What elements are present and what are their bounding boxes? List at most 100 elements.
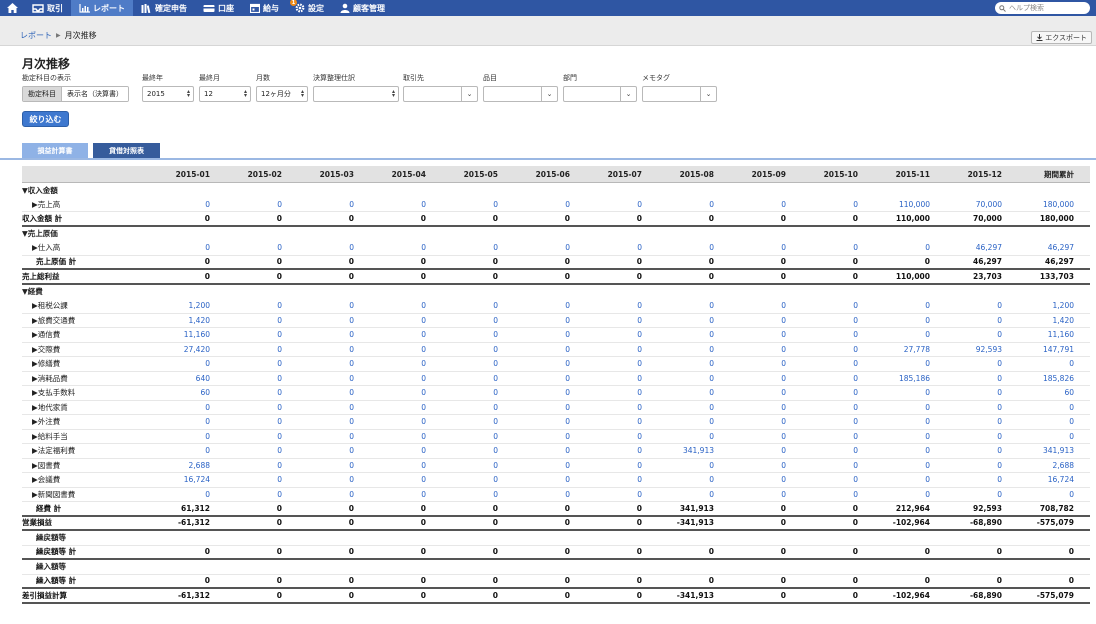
table-cell[interactable]: 0	[790, 328, 862, 342]
table-cell[interactable]: 0	[142, 430, 214, 444]
table-cell[interactable]: 0	[790, 459, 862, 473]
table-cell[interactable]: 0	[286, 401, 358, 415]
table-cell[interactable]: 0	[286, 343, 358, 357]
department-combo[interactable]: ⌄	[563, 86, 637, 102]
chevron-down-icon[interactable]: ⌄	[461, 87, 477, 101]
end-month-select[interactable]: 12 ▴ ▾	[199, 86, 251, 102]
table-cell[interactable]: 0	[718, 488, 790, 502]
table-cell[interactable]: 0	[502, 328, 574, 342]
table-cell[interactable]: 0	[862, 430, 934, 444]
table-cell[interactable]: 0	[862, 415, 934, 429]
item-combo[interactable]: ⌄	[483, 86, 558, 102]
table-cell[interactable]: 0	[430, 314, 502, 328]
table-cell[interactable]: 0	[214, 401, 286, 415]
table-cell[interactable]: 0	[142, 198, 214, 212]
table-cell[interactable]: 0	[790, 401, 862, 415]
table-cell[interactable]: 46,297	[934, 241, 1006, 255]
table-cell[interactable]: 0	[1006, 401, 1078, 415]
table-cell[interactable]: 0	[214, 198, 286, 212]
table-cell[interactable]: 0	[214, 444, 286, 458]
table-cell[interactable]: 0	[574, 328, 646, 342]
table-cell[interactable]: 46,297	[1006, 241, 1078, 255]
table-cell[interactable]: 0	[934, 415, 1006, 429]
table-cell[interactable]: 0	[502, 488, 574, 502]
table-cell[interactable]: 0	[574, 430, 646, 444]
table-cell[interactable]: 0	[358, 241, 430, 255]
table-cell[interactable]: 0	[790, 299, 862, 313]
months-select[interactable]: 12ヶ月分 ▴ ▾	[256, 86, 308, 102]
table-cell[interactable]: 147,791	[1006, 343, 1078, 357]
table-cell[interactable]: 1,200	[1006, 299, 1078, 313]
table-row[interactable]: ▶会議費 16,724 0 0 0 0 0 0 0 0 0 0 0 16,724	[22, 473, 1090, 488]
table-cell[interactable]: 2,688	[1006, 459, 1078, 473]
table-cell[interactable]: 70,000	[934, 198, 1006, 212]
table-row[interactable]: ▶図書費 2,688 0 0 0 0 0 0 0 0 0 0 0 2,688	[22, 459, 1090, 473]
table-cell[interactable]: 0	[286, 459, 358, 473]
table-cell[interactable]: 0	[574, 241, 646, 255]
table-cell[interactable]: 0	[862, 357, 934, 371]
table-cell[interactable]: 0	[142, 241, 214, 255]
table-cell[interactable]: 0	[934, 488, 1006, 502]
table-cell[interactable]: 0	[142, 357, 214, 371]
nav-item-tax-return[interactable]: 確定申告	[133, 0, 195, 16]
table-cell[interactable]: 0	[574, 299, 646, 313]
table-cell[interactable]: 0	[574, 415, 646, 429]
table-cell[interactable]: 0	[358, 314, 430, 328]
table-cell[interactable]: 27,778	[862, 343, 934, 357]
table-cell[interactable]: 0	[214, 430, 286, 444]
table-cell[interactable]: 0	[214, 241, 286, 255]
table-cell[interactable]: 0	[502, 415, 574, 429]
table-cell[interactable]: 0	[574, 444, 646, 458]
table-cell[interactable]: 0	[430, 198, 502, 212]
table-cell[interactable]: 0	[358, 299, 430, 313]
table-cell[interactable]: 0	[502, 386, 574, 400]
table-row[interactable]: ▶修繕費 0 0 0 0 0 0 0 0 0 0 0 0 0	[22, 357, 1090, 372]
table-cell[interactable]: 0	[862, 473, 934, 487]
table-cell[interactable]: 0	[718, 357, 790, 371]
table-cell[interactable]: 0	[718, 401, 790, 415]
table-cell[interactable]: 0	[718, 241, 790, 255]
table-cell[interactable]: 0	[1006, 415, 1078, 429]
table-cell[interactable]: 0	[790, 386, 862, 400]
home-button[interactable]	[0, 0, 24, 16]
table-cell[interactable]: 0	[718, 299, 790, 313]
table-cell[interactable]: 0	[358, 444, 430, 458]
table-cell[interactable]: 0	[790, 343, 862, 357]
table-cell[interactable]: 0	[934, 299, 1006, 313]
table-cell[interactable]: 0	[142, 401, 214, 415]
table-cell[interactable]: 0	[574, 401, 646, 415]
table-cell[interactable]: 0	[430, 343, 502, 357]
help-search-input[interactable]: ヘルプ検索	[995, 2, 1090, 14]
table-cell[interactable]: 0	[862, 314, 934, 328]
table-cell[interactable]: 0	[574, 459, 646, 473]
table-cell[interactable]: 0	[214, 473, 286, 487]
table-cell[interactable]: 0	[934, 314, 1006, 328]
table-cell[interactable]: 0	[790, 444, 862, 458]
table-cell[interactable]: 0	[430, 357, 502, 371]
table-cell[interactable]: 0	[934, 459, 1006, 473]
table-row[interactable]: ▶支払手数料 60 0 0 0 0 0 0 0 0 0 0 0 60	[22, 386, 1090, 401]
table-cell[interactable]: 0	[430, 459, 502, 473]
table-cell[interactable]: 0	[646, 473, 718, 487]
table-cell[interactable]: 0	[142, 488, 214, 502]
table-cell[interactable]: 0	[574, 372, 646, 386]
table-cell[interactable]: 0	[358, 488, 430, 502]
table-cell[interactable]: 0	[574, 343, 646, 357]
table-cell[interactable]: 27,420	[142, 343, 214, 357]
table-cell[interactable]: 0	[286, 488, 358, 502]
table-cell[interactable]: 0	[646, 488, 718, 502]
table-cell[interactable]: 0	[934, 328, 1006, 342]
table-cell[interactable]: 341,913	[1006, 444, 1078, 458]
table-cell[interactable]: 0	[646, 357, 718, 371]
table-cell[interactable]: 0	[214, 357, 286, 371]
table-cell[interactable]: 0	[718, 328, 790, 342]
table-cell[interactable]: 0	[574, 357, 646, 371]
table-cell[interactable]: 0	[646, 241, 718, 255]
table-cell[interactable]: 0	[790, 488, 862, 502]
table-cell[interactable]: 0	[358, 372, 430, 386]
table-cell[interactable]: 0	[502, 430, 574, 444]
table-cell[interactable]: 0	[286, 430, 358, 444]
table-cell[interactable]: 0	[646, 314, 718, 328]
table-cell[interactable]: 0	[358, 415, 430, 429]
table-cell[interactable]: 0	[862, 386, 934, 400]
